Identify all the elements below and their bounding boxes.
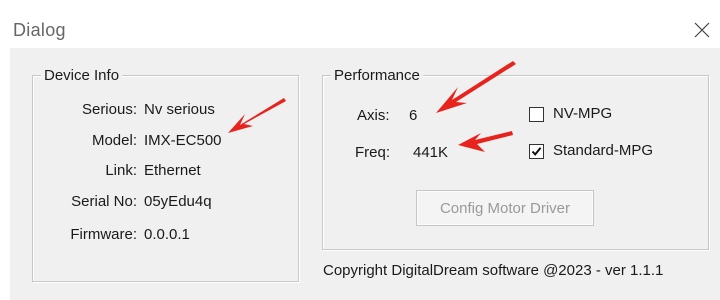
close-icon[interactable] (690, 18, 714, 42)
standard-mpg-label[interactable]: Standard-MPG (553, 142, 653, 159)
nv-mpg-label[interactable]: NV-MPG (553, 105, 612, 122)
freq-label: Freq: (355, 144, 391, 161)
link-value: Ethernet (144, 162, 201, 179)
checkmark-icon (531, 147, 542, 156)
link-label: Link: (105, 162, 137, 179)
copyright-text: Copyright DigitalDream software @2023 - … (323, 262, 664, 279)
serious-label: Serious: (81, 101, 137, 118)
device-info-legend: Device Info (41, 67, 123, 84)
serious-value: Nv serious (144, 101, 215, 118)
firmware-value: 0.0.0.1 (144, 226, 190, 243)
axis-label: Axis: (357, 107, 390, 124)
nv-mpg-checkbox[interactable] (529, 107, 544, 122)
performance-legend: Performance (331, 67, 423, 84)
model-label: Model: (91, 132, 137, 149)
model-value: IMX-EC500 (144, 132, 222, 149)
config-motor-driver-button[interactable]: Config Motor Driver (416, 190, 594, 226)
serial-no-value: 05yEdu4q (144, 193, 212, 210)
window-title: Dialog (13, 20, 66, 40)
firmware-label: Firmware: (70, 226, 137, 243)
serial-no-label: Serial No: (71, 193, 137, 210)
title-bar[interactable]: Dialog (0, 14, 720, 48)
dialog-client-area: Device Info Serious: Nv serious Model: I… (10, 48, 720, 300)
standard-mpg-checkbox[interactable] (529, 144, 544, 159)
background-window-strip (0, 0, 720, 14)
axis-value: 6 (409, 107, 418, 124)
freq-value: 441K (413, 144, 449, 161)
